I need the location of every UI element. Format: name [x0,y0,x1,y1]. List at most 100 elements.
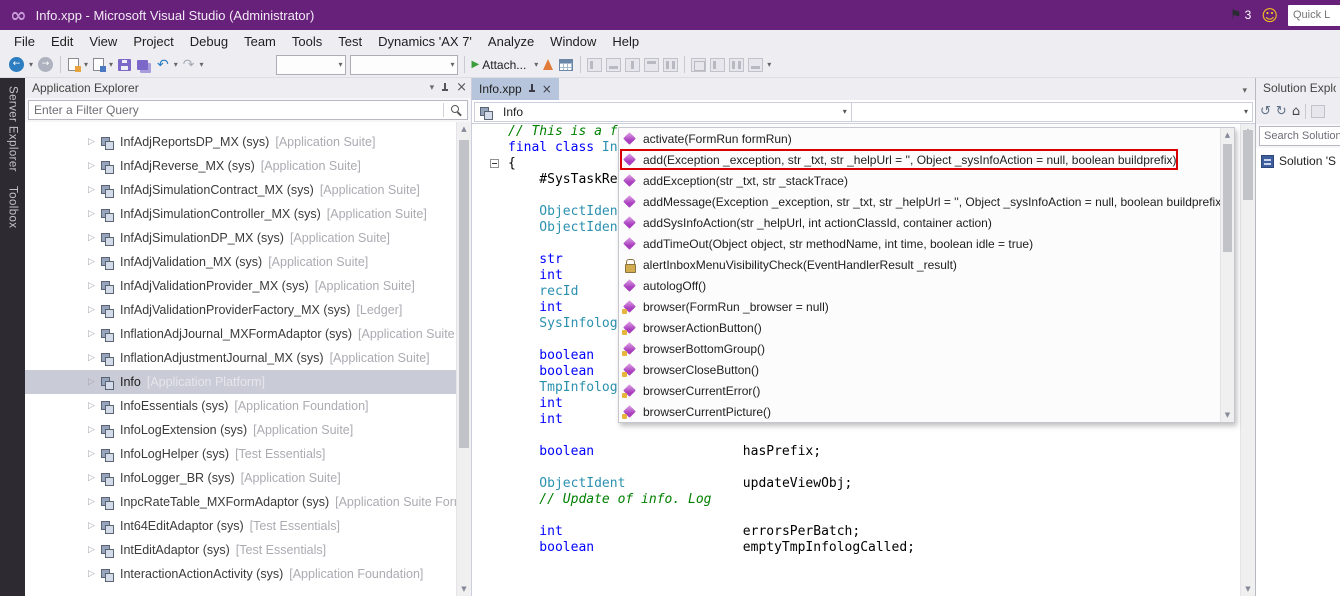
scroll-up-icon[interactable]: ▲ [457,125,471,133]
menu-item[interactable]: View [81,32,125,51]
type-dropdown[interactable]: Info ▾ [474,102,852,122]
pin-icon[interactable] [528,84,536,94]
completion-item[interactable]: browserBottomGroup() [619,338,1220,359]
document-list-caret-icon[interactable]: ▾ [1242,86,1255,100]
expander-icon[interactable]: ▷ [88,305,100,315]
completion-item[interactable]: addTimeOut(Object object, str methodName… [619,233,1220,254]
tree-row[interactable]: ▷ InfAdjSimulationController_MX (sys) [A… [25,202,456,226]
disabled-tool-icon[interactable] [691,58,706,72]
tree-row[interactable]: ▷ InpcRateTable_MXFormAdaptor (sys) [App… [25,490,456,514]
navigate-backward-button[interactable]: ← [6,54,27,76]
home-icon[interactable]: ⌂ [1292,104,1300,119]
new-file-button[interactable] [65,54,82,76]
disabled-tool-icon[interactable] [587,58,602,72]
tree-row[interactable]: ▷ InfAdjValidation_MX (sys) [Application… [25,250,456,274]
disabled-tool-icon[interactable] [729,58,744,72]
redo-dropdown-caret-icon[interactable]: ▾ [198,60,206,69]
fold-marker-icon[interactable] [490,159,499,168]
toolbar-overflow-caret-icon[interactable]: ▾ [765,60,773,69]
tree-row[interactable]: ▷ Info [Application Platform] [25,370,456,394]
disabled-tool-icon[interactable] [710,58,725,72]
expander-icon[interactable]: ▷ [88,473,100,483]
menu-item[interactable]: Tools [284,32,330,51]
solution-search-input[interactable] [1260,130,1340,142]
tree-row[interactable]: ▷ InteractionActionActivity (sys) [Appli… [25,562,456,586]
application-explorer-scrollbar[interactable]: ▲ ▼ [456,122,471,596]
completion-item[interactable]: browserCloseButton() [619,359,1220,380]
menu-item[interactable]: Help [604,32,647,51]
document-tab-info-xpp[interactable]: Info.xpp × [472,78,559,100]
menu-item[interactable]: Analyze [480,32,542,51]
tree-row[interactable]: ▷ IntEditAdaptor (sys) [Test Essentials] [25,538,456,562]
menu-item[interactable]: Project [125,32,181,51]
expander-icon[interactable]: ▷ [88,209,100,219]
close-icon[interactable]: × [456,82,467,94]
add-item-button[interactable] [90,54,107,76]
menu-item[interactable]: Edit [43,32,81,51]
expander-icon[interactable]: ▷ [88,569,100,579]
side-tab[interactable]: Server Explorer [7,86,19,172]
quick-launch-box[interactable]: Quick L [1288,5,1340,26]
disabled-tool-icon[interactable] [1311,105,1325,118]
completion-item[interactable]: activate(FormRun formRun) [619,128,1220,149]
table-browser-button[interactable] [556,54,576,76]
member-dropdown[interactable]: ▾ [852,102,1253,122]
expander-icon[interactable]: ▷ [88,233,100,243]
save-button[interactable] [115,54,134,76]
redo-button[interactable]: ↷ [180,54,198,76]
save-all-button[interactable] [134,54,154,76]
pin-icon[interactable] [441,83,449,93]
completion-item[interactable]: browser(FormRun _browser = null) [619,296,1220,317]
disabled-tool-icon[interactable] [644,58,659,72]
tree-row[interactable]: ▷ InfoLogger_BR (sys) [Application Suite… [25,466,456,490]
scroll-down-icon[interactable]: ▼ [1221,411,1234,419]
expander-icon[interactable]: ▷ [88,257,100,267]
tree-row[interactable]: ▷ InfAdjSimulationContract_MX (sys) [App… [25,178,456,202]
add-item-dropdown-caret-icon[interactable]: ▾ [107,60,115,69]
navigate-back-icon[interactable]: ↺ [1260,104,1271,119]
completion-item[interactable]: browserCurrentPicture() [619,401,1220,422]
completion-item[interactable]: addSysInfoAction(str _helpUrl, int actio… [619,212,1220,233]
menu-item[interactable]: Window [542,32,604,51]
expander-icon[interactable]: ▷ [88,281,100,291]
navigate-forward-button[interactable]: → [35,54,56,76]
solution-node[interactable]: Solution 'S [1261,154,1340,168]
attach-dropdown-caret-icon[interactable]: ▾ [532,60,540,69]
expander-icon[interactable]: ▷ [88,185,100,195]
expander-icon[interactable]: ▷ [88,401,100,411]
tree-row[interactable]: ▷ InfAdjValidationProviderFactory_MX (sy… [25,298,456,322]
completion-item[interactable]: alertInboxMenuVisibilityCheck(EventHandl… [619,254,1220,275]
menu-item[interactable]: Team [236,32,284,51]
tree-row[interactable]: ▷ InfoLogHelper (sys) [Test Essentials] [25,442,456,466]
expander-icon[interactable]: ▷ [88,353,100,363]
tree-row[interactable]: ▷ InfAdjReportsDP_MX (sys) [Application … [25,130,456,154]
attach-button[interactable]: ▶ Attach... [469,54,533,76]
tree-row[interactable]: ▷ InfAdjReverse_MX (sys) [Application Su… [25,154,456,178]
new-file-dropdown-caret-icon[interactable]: ▾ [82,60,90,69]
navigate-forward-icon[interactable]: ↻ [1276,104,1287,119]
deploy-button[interactable] [540,54,556,76]
completion-item[interactable]: addException(str _txt, str _stackTrace) [619,170,1220,191]
popup-scrollbar[interactable]: ▲ ▼ [1220,128,1234,422]
tree-row[interactable]: ▷ InflationAdjJournal_MXFormAdaptor (sys… [25,322,456,346]
disabled-tool-icon[interactable] [663,58,678,72]
feedback-smiley-icon[interactable]: ☺ [1261,6,1278,25]
side-tab[interactable]: Toolbox [7,186,19,228]
completion-item[interactable]: browserActionButton() [619,317,1220,338]
notifications-button[interactable]: ⚑3 [1230,8,1251,23]
disabled-tool-icon[interactable] [748,58,763,72]
window-menu-caret-icon[interactable]: ▾ [430,83,435,93]
expander-icon[interactable]: ▷ [88,137,100,147]
expander-icon[interactable]: ▷ [88,521,100,531]
solution-configuration-combo[interactable]: ▾ [276,55,346,75]
tree-row[interactable]: ▷ InfAdjValidationProvider_MX (sys) [App… [25,274,456,298]
scrollbar-thumb[interactable] [1243,130,1253,200]
expander-icon[interactable]: ▷ [88,329,100,339]
undo-dropdown-caret-icon[interactable]: ▾ [172,60,180,69]
completion-item[interactable]: autologOff() [619,275,1220,296]
search-icon[interactable] [451,105,459,113]
filter-input[interactable] [29,103,443,117]
menu-item[interactable]: Debug [182,32,236,51]
tree-row[interactable]: ▷ InfoLogExtension (sys) [Application Su… [25,418,456,442]
expander-icon[interactable]: ▷ [88,497,100,507]
